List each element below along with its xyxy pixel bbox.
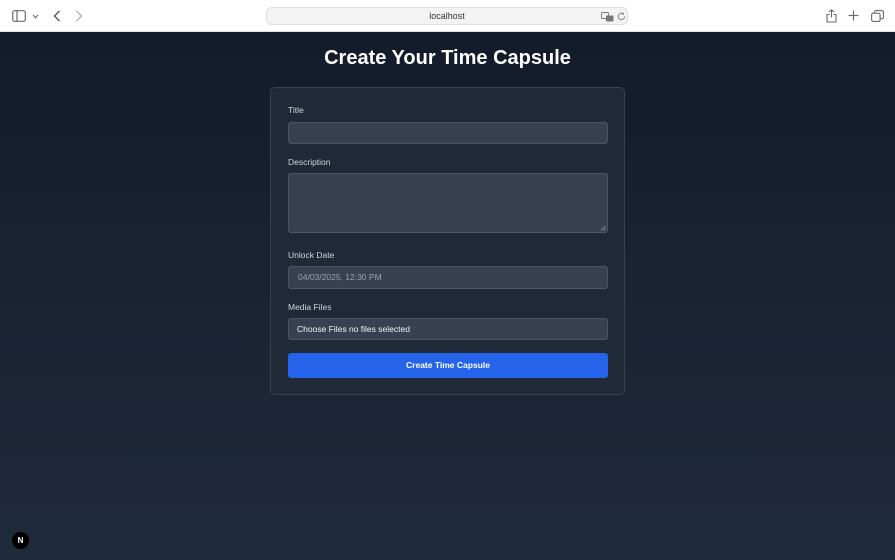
dev-tools-badge[interactable]: N <box>11 531 30 550</box>
media-files-input[interactable]: Choose Files no files selected <box>288 318 608 340</box>
create-time-capsule-button[interactable]: Create Time Capsule <box>288 353 608 378</box>
page-viewport: Create Your Time Capsule Title Descripti… <box>0 32 895 560</box>
media-files-label: Media Files <box>288 302 332 312</box>
share-icon[interactable] <box>825 8 837 23</box>
tabs-overview-icon[interactable] <box>870 9 884 22</box>
page-title: Create Your Time Capsule <box>324 47 571 69</box>
sidebar-icon[interactable] <box>11 9 26 23</box>
resize-grip-icon[interactable] <box>600 225 606 231</box>
description-textarea[interactable] <box>288 173 608 233</box>
description-label: Description <box>288 157 331 167</box>
unlock-date-input[interactable]: 04/03/2025, 12:30 PM <box>288 266 608 289</box>
plus-icon[interactable] <box>847 9 860 22</box>
dev-tools-badge-label: N <box>17 536 24 545</box>
address-bar[interactable]: localhost <box>266 7 628 25</box>
title-input[interactable] <box>288 122 608 144</box>
chevron-right-icon[interactable] <box>73 9 85 23</box>
chevron-down-icon[interactable] <box>31 12 39 20</box>
unlock-date-label: Unlock Date <box>288 250 335 260</box>
reload-icon[interactable] <box>616 11 626 22</box>
chevron-left-icon[interactable] <box>51 9 63 23</box>
browser-toolbar: localhost <box>0 0 895 32</box>
translate-icon[interactable] <box>601 11 614 22</box>
time-capsule-form: Title Description Unlock Date 04/03/2025… <box>270 87 625 395</box>
url-text: localhost <box>429 11 465 21</box>
title-label: Title <box>288 105 304 115</box>
